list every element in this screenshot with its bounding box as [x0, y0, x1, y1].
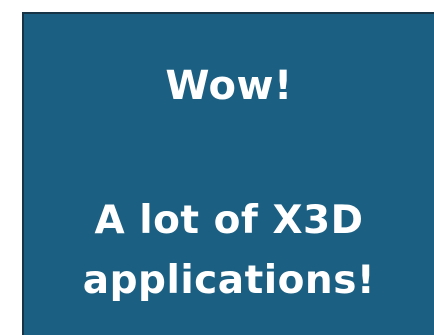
message-line-1: A lot of X3D	[94, 198, 364, 243]
message-line-2: applications!	[82, 258, 376, 303]
message-panel: Wow! A lot of X3D applications!	[22, 12, 434, 335]
headline-text: Wow!	[165, 63, 293, 109]
